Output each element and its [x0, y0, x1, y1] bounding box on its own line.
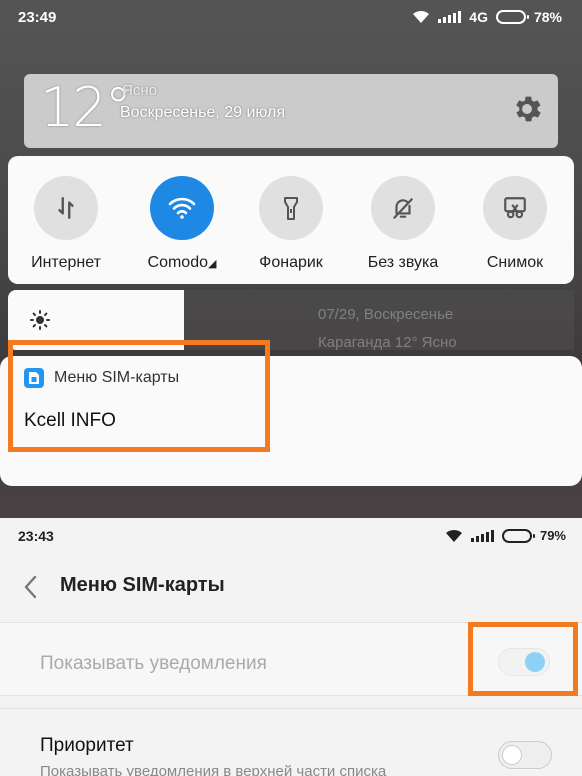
status-time: 23:49: [18, 9, 57, 26]
tile-label: Фонарик: [259, 254, 323, 271]
notification-shade: 23:49 4G 78% 12° Ясно Воскресенье, 29 ию…: [0, 0, 582, 518]
signal-icon: [470, 529, 494, 542]
weather-condition: Ясно: [122, 82, 157, 99]
tile-label: Без звука: [367, 254, 439, 271]
tile-label: Снимок: [486, 254, 544, 271]
data-arrows-icon: [58, 197, 74, 219]
tile-flashlight[interactable]: Фонарик: [241, 176, 341, 272]
page-title: Меню SIM-карты: [60, 574, 225, 596]
tile-label: Интернет: [31, 254, 101, 271]
tile-screenshot[interactable]: Снимок: [465, 176, 565, 272]
status-time: 23:43: [18, 528, 54, 544]
back-arrow-icon[interactable]: [20, 574, 42, 600]
battery-percent: 79%: [539, 528, 566, 543]
tile-label: Comodo: [147, 254, 208, 271]
sun-icon: [30, 310, 50, 330]
battery-icon: [495, 10, 529, 24]
corner-arrow-icon: ◢: [208, 258, 217, 270]
wifi-status-icon: [413, 10, 430, 23]
gear-icon[interactable]: [510, 92, 544, 126]
priority-toggle[interactable]: [498, 741, 552, 769]
highlight-box-notification: [8, 340, 270, 452]
weather-date: Воскресенье, 29 июля: [120, 104, 286, 121]
bell-off-icon: [393, 198, 413, 219]
lockscreen-weather: Караганда 12° Ясно: [318, 334, 457, 351]
tile-wifi[interactable]: Comodo◢: [132, 176, 232, 272]
battery-percent: 78%: [533, 9, 562, 25]
weather-card[interactable]: 12° Ясно Воскресенье, 29 июля: [24, 74, 558, 148]
status-bar: 23:49 4G 78%: [0, 0, 582, 36]
tile-internet[interactable]: Интернет: [16, 176, 116, 272]
weather-temperature: 12°: [40, 76, 132, 139]
settings-header: Меню SIM-карты: [0, 552, 582, 622]
scissors-icon: [504, 197, 526, 219]
wifi-status-icon: [445, 529, 462, 542]
highlight-box-toggle: [468, 622, 578, 696]
network-type: 4G: [469, 9, 488, 25]
signal-icon: [438, 11, 462, 23]
setting-label: Показывать уведомления: [40, 653, 267, 674]
setting-label: Приоритет: [40, 735, 134, 756]
tile-silent[interactable]: Без звука: [353, 176, 453, 272]
wifi-icon: [168, 197, 196, 219]
quick-settings-panel: Интернет Comodo◢ Фонарик Без звука Снимо…: [8, 156, 574, 284]
battery-icon: [501, 528, 535, 543]
setting-row-priority[interactable]: Приоритет Показывать уведомления в верхн…: [0, 708, 582, 776]
status-bar: 23:43 79%: [0, 518, 582, 552]
flashlight-icon: [284, 197, 298, 220]
lockscreen-date: 07/29, Воскресенье: [318, 306, 454, 323]
setting-description: Показывать уведомления в верхней части с…: [40, 763, 387, 776]
